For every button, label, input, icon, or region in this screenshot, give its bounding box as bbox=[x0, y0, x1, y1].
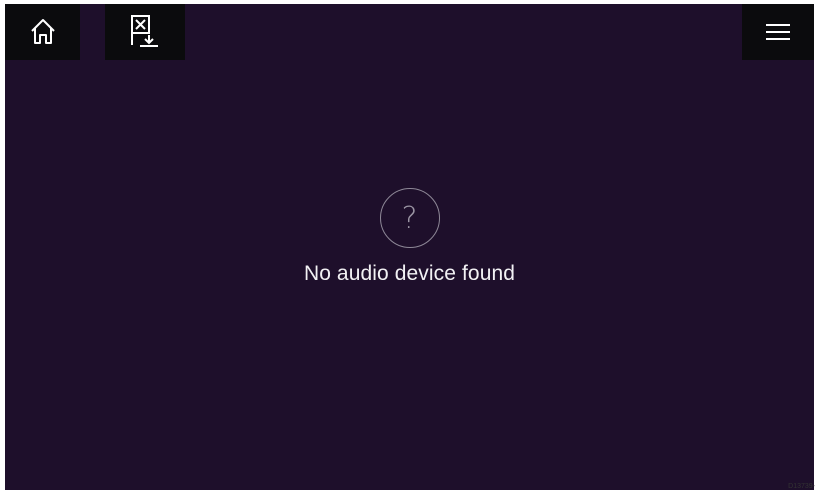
hamburger-menu-icon bbox=[766, 24, 790, 40]
no-device-message-block: ? No audio device found bbox=[5, 188, 814, 286]
home-icon bbox=[30, 19, 55, 44]
home-button[interactable] bbox=[5, 4, 80, 60]
document-code: D13739- bbox=[788, 483, 815, 490]
no-audio-device-message: No audio device found bbox=[303, 262, 516, 285]
menu-button[interactable] bbox=[742, 4, 814, 60]
question-mark-glyph: ? bbox=[401, 200, 418, 236]
question-mark-icon: ? bbox=[379, 188, 440, 248]
audio-app-screen: ? No audio device found bbox=[5, 4, 814, 490]
waypoint-mob-icon bbox=[131, 15, 158, 47]
waypoint-mob-button[interactable] bbox=[105, 4, 185, 60]
